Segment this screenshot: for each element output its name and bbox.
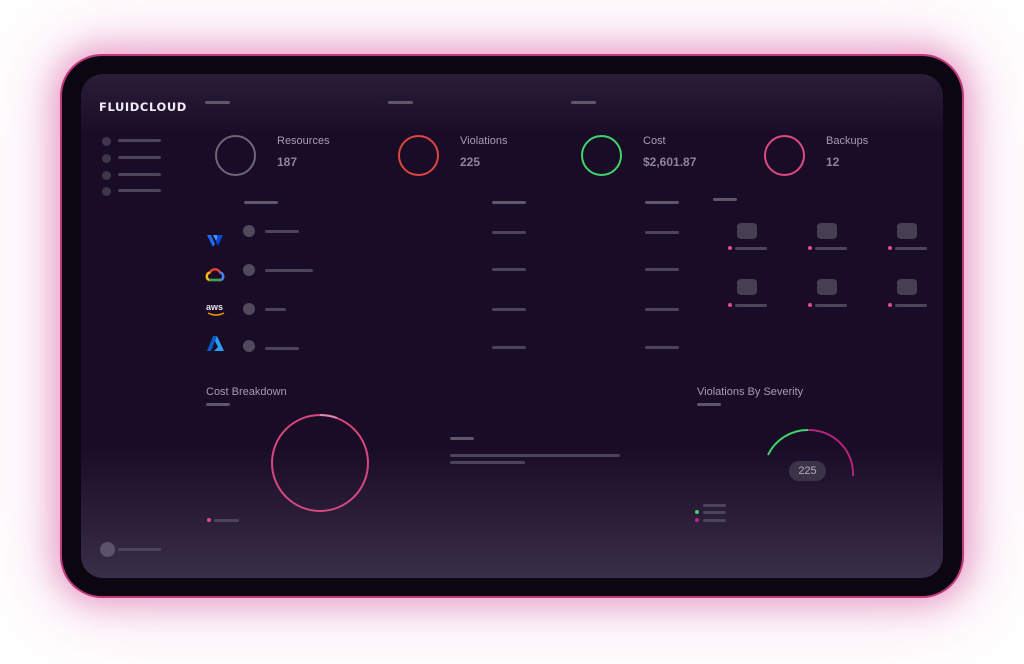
provider-status-dot	[243, 264, 255, 276]
section-header-placeholder	[450, 437, 474, 440]
stat-label: Cost	[643, 135, 666, 147]
table-header-placeholder	[492, 201, 526, 204]
status-dot	[888, 303, 892, 307]
backup-label-placeholder	[895, 247, 927, 250]
status-dot	[728, 246, 732, 250]
status-dot	[728, 303, 732, 307]
sidebar-item-label	[118, 189, 161, 192]
provider-status-dot	[243, 340, 255, 352]
app-logo[interactable]: FLUIDCLOUD	[99, 100, 187, 114]
sidebar-item-icon	[102, 154, 111, 163]
section-subtitle-placeholder	[206, 403, 230, 406]
status-dot	[808, 303, 812, 307]
stat-label: Violations	[460, 135, 508, 147]
sidebar-item-label	[118, 139, 161, 142]
backups-ring-icon	[764, 135, 805, 176]
google-cloud-logo-icon	[205, 268, 225, 282]
backup-label-placeholder	[815, 304, 847, 307]
cell-placeholder	[645, 231, 679, 234]
header-tab-placeholder[interactable]	[205, 101, 230, 104]
legend-label-placeholder	[703, 519, 726, 522]
avatar	[100, 542, 115, 557]
violations-total-badge: 225	[789, 461, 826, 481]
legend-dot	[695, 510, 699, 514]
text-line-placeholder	[450, 461, 525, 464]
violations-by-severity-title: Violations By Severity	[697, 386, 804, 398]
backup-label-placeholder	[895, 304, 927, 307]
legend-dot	[695, 518, 699, 522]
azure-logo-icon	[207, 336, 224, 351]
provider-name-placeholder	[265, 269, 313, 272]
provider-status-dot	[243, 303, 255, 315]
backup-tile-icon	[817, 279, 837, 295]
cell-placeholder	[492, 231, 526, 234]
status-dot	[808, 246, 812, 250]
violations-ring-icon	[398, 135, 439, 176]
logo-text: FLUIDCLOUD	[99, 100, 187, 114]
sidebar-item-icon	[102, 187, 111, 196]
vultr-logo-icon	[207, 235, 223, 247]
backup-label-placeholder	[815, 247, 847, 250]
section-subtitle-placeholder	[697, 403, 721, 406]
backup-label-placeholder	[735, 247, 767, 250]
sidebar-item-icon	[102, 171, 111, 180]
backup-tile-icon	[737, 223, 757, 239]
backup-tile-icon	[897, 223, 917, 239]
stat-value: 187	[277, 155, 298, 169]
stat-value: 12	[826, 155, 840, 169]
aws-logo-icon: aws	[206, 302, 226, 318]
text-line-placeholder	[450, 454, 620, 457]
cell-placeholder	[645, 346, 679, 349]
sidebar-item-label	[118, 156, 161, 159]
cell-placeholder	[492, 308, 526, 311]
provider-name-placeholder	[265, 308, 286, 311]
backup-tile-icon	[737, 279, 757, 295]
stat-label: Resources	[277, 135, 330, 147]
section-header-placeholder	[713, 198, 737, 201]
cost-ring-icon	[581, 135, 622, 176]
legend-label-placeholder	[214, 519, 239, 522]
provider-name-placeholder	[265, 230, 299, 233]
cost-breakdown-title: Cost Breakdown	[206, 386, 287, 398]
stat-value: $2,601.87	[643, 155, 697, 169]
cell-placeholder	[645, 308, 679, 311]
resources-ring-icon	[215, 135, 256, 176]
user-name-placeholder	[118, 548, 161, 551]
header-tab-placeholder[interactable]	[571, 101, 596, 104]
provider-name-placeholder	[265, 347, 299, 350]
cell-placeholder	[645, 268, 679, 271]
table-header-placeholder	[244, 201, 278, 204]
legend-label-placeholder	[703, 511, 726, 514]
table-header-placeholder	[645, 201, 679, 204]
cell-placeholder	[492, 346, 526, 349]
backup-tile-icon	[817, 223, 837, 239]
stat-label: Backups	[826, 135, 869, 147]
sidebar-item-icon	[102, 137, 111, 146]
sidebar-item-label	[118, 173, 161, 176]
legend-dot	[207, 518, 211, 522]
backup-label-placeholder	[735, 304, 767, 307]
backup-tile-icon	[897, 279, 917, 295]
legend-header-placeholder	[703, 504, 726, 507]
header-tab-placeholder[interactable]	[388, 101, 413, 104]
cost-breakdown-donut[interactable]	[268, 411, 372, 515]
status-dot	[888, 246, 892, 250]
stat-value: 225	[460, 155, 481, 169]
dashboard-screen: FLUIDCLOUD Resources 187 Violations 225 …	[81, 74, 943, 578]
cell-placeholder	[492, 268, 526, 271]
provider-status-dot	[243, 225, 255, 237]
